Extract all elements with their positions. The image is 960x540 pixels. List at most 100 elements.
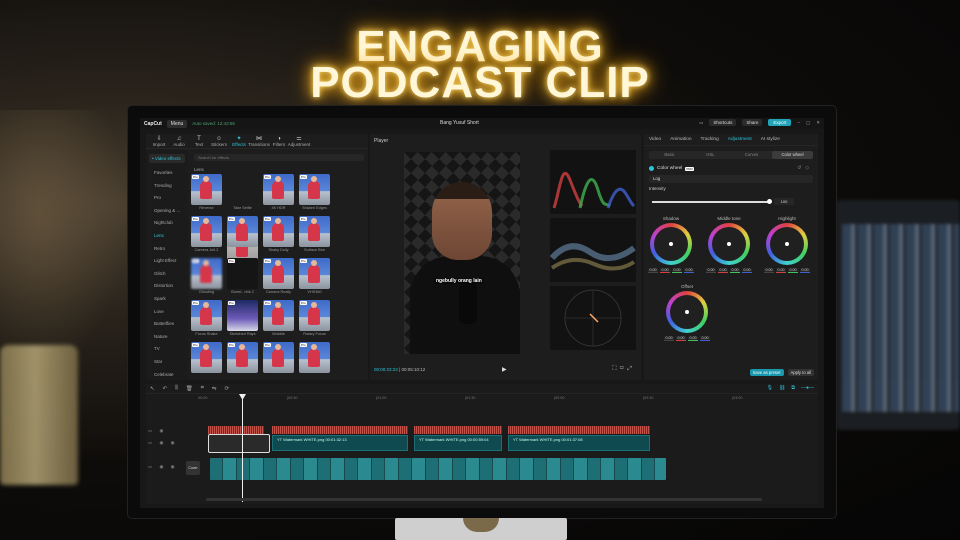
close-icon[interactable]: ✕ [816,120,820,126]
color-wheel-middle-tone[interactable]: Middle tone 0.00 0.00 0.00 0.00 [706,216,752,273]
wheel-value-input[interactable]: 0.00 [684,268,694,273]
wheel-value-input[interactable]: 0.00 [672,268,682,273]
tab-video[interactable]: Video [649,137,661,142]
wheel-value-input[interactable]: 0.00 [700,336,710,341]
category-item[interactable]: Nature [146,331,188,344]
minimize-icon[interactable]: – [797,120,800,125]
wheel-ring[interactable] [666,291,708,333]
timeline-scrollbar[interactable] [206,498,762,501]
delete-icon[interactable]: 🗑 [186,386,193,392]
color-wheel-shadow[interactable]: Shadow 0.00 0.00 0.00 0.00 [648,216,694,273]
wheel-value-input[interactable]: 0.00 [764,268,774,273]
tool-audio[interactable]: ♫ Audio [169,134,189,148]
category-item[interactable]: Nightclub [146,217,188,230]
category-item[interactable]: Light Effect [146,255,188,268]
intensity-slider[interactable] [652,199,772,204]
wheel-ring[interactable] [708,223,750,265]
layout-icon[interactable]: ▭ [699,120,703,126]
reset-icon[interactable]: ↺◇ [797,166,813,171]
effect-thumbnail[interactable]: Pro Take Selfie [227,174,258,263]
category-item[interactable]: Spark [146,293,188,306]
audio-clip[interactable] [508,426,650,434]
category-item[interactable]: Glitch [146,268,188,281]
tool-filters[interactable]: ◑ Filters [269,134,289,148]
category-item[interactable]: Opening & ... [146,205,188,218]
wheel-value-input[interactable]: 0.00 [742,268,752,273]
effect-thumbnail[interactable]: Pro Focus Shake [191,300,222,336]
effect-thumbnail[interactable]: ProTracki...Shot 2 [227,216,258,252]
video-preview[interactable]: ngebully orang lain [404,152,520,354]
wheel-value-input[interactable]: 0.00 [800,268,810,273]
overlay-clip[interactable]: YT Watermark WHITE.png 00:00:59:04 [414,435,502,451]
wheel-value-input[interactable]: 0.00 [776,268,786,273]
wheel-value-input[interactable]: 0.00 [788,268,798,273]
shortcuts-button[interactable]: Shortcuts [709,119,737,126]
toggle-dot-icon[interactable] [649,166,654,171]
effect-thumbnail[interactable]: Pro Camera Jolt 2 [191,216,222,252]
crop-icon[interactable]: ⌗ [201,385,204,392]
tool-effects[interactable]: ✦ Effects [229,134,249,148]
effects-search-input[interactable]: Search for effects [194,154,364,161]
wheel-value-input[interactable]: 0.00 [648,268,658,273]
category-item[interactable]: Distortion [146,280,188,293]
wheel-value-input[interactable]: 0.00 [706,268,716,273]
cover-button[interactable]: Cover [186,461,200,475]
category-item[interactable]: Love [146,306,188,319]
video-effects-category[interactable]: • Video effects [149,154,185,163]
audio-track-controls[interactable]: ▭ ◉ [148,428,166,434]
wheel-ring[interactable] [766,223,808,265]
subtab-color-wheel[interactable]: Color wheel [772,151,813,159]
effect-thumbnail[interactable]: Pro VHS360 [299,258,330,294]
apply-all-button[interactable]: Apply to all [787,369,814,376]
maximize-icon[interactable]: ▢ [806,120,810,126]
effect-thumbnail[interactable]: Pro Shaken Edges [299,174,330,210]
subtab-curves[interactable]: Curves [731,151,772,159]
effect-thumbnail[interactable]: Pro Stretched Rays [227,300,258,336]
playhead[interactable] [242,394,243,502]
effect-thumbnail[interactable]: Pro 4K HDR [263,174,294,210]
effect-thumbnail[interactable]: Pro Borrel...rink 2 [227,258,258,294]
wheel-value-input[interactable]: 0.00 [688,336,698,341]
tool-adjustment[interactable]: ⚌ Adjustment [288,134,311,148]
effect-thumbnail[interactable]: Pro Wobble [263,300,294,336]
tool-text[interactable]: T Text [189,134,209,148]
split-icon[interactable]: ⫼ [175,385,178,392]
main-track-controls[interactable]: ▭ ◉ ◉ [148,464,178,470]
effect-thumbnail[interactable]: Pro [191,342,222,374]
effect-thumbnail[interactable]: Pro Rotary Focus [299,300,330,336]
effect-thumbnail[interactable]: Pro Ghosting [191,258,222,294]
share-button[interactable]: Share [742,119,763,126]
undo-icon[interactable]: ↶ [163,386,168,392]
category-item[interactable]: Celebrate [146,369,188,382]
category-item[interactable]: Star [146,356,188,369]
wheel-ring[interactable] [650,223,692,265]
snap-icon[interactable]: ⧉ [791,385,795,391]
mirror-icon[interactable]: ⇋ [212,386,217,392]
play-icon[interactable]: ▶ [502,366,507,373]
tool-transitions[interactable]: ⋈ Transitions [248,134,270,148]
effect-thumbnail[interactable]: Pro [227,342,258,374]
tab-adjustment[interactable]: Adjustment [728,137,752,142]
category-item[interactable]: Favorites [146,167,188,180]
category-item[interactable]: Pro [146,192,188,205]
color-wheel-offset[interactable]: Offset 0.00 0.00 0.00 0.00 [664,284,710,341]
category-item[interactable]: Lens [146,230,188,243]
main-video-clip[interactable] [210,458,666,480]
wheel-value-input[interactable]: 0.00 [718,268,728,273]
audio-clip[interactable] [208,426,264,434]
wheel-center-handle[interactable] [785,242,789,246]
tool-import[interactable]: ⇩ Import [149,134,169,148]
tool-stickers[interactable]: ☺ Stickers [209,134,229,148]
save-preset-button[interactable]: Save as preset [749,369,784,376]
zoom-slider[interactable]: —●— [801,385,814,391]
player-controls-icons[interactable]: ⛶▭⤢ [612,366,635,373]
category-item[interactable]: Retro [146,243,188,256]
wheel-value-input[interactable]: 0.00 [660,268,670,273]
intensity-value[interactable]: 100 [774,198,794,205]
wheel-center-handle[interactable] [685,310,689,314]
overlay-clip[interactable]: YT Watermark WHITE.png 00:01:37:08 [508,435,650,451]
audio-clip[interactable] [414,426,502,434]
effect-thumbnail[interactable]: Pro Reverse [191,174,222,210]
rotate-icon[interactable]: ⟳ [224,386,229,392]
menu-button[interactable]: Menu [166,119,188,128]
